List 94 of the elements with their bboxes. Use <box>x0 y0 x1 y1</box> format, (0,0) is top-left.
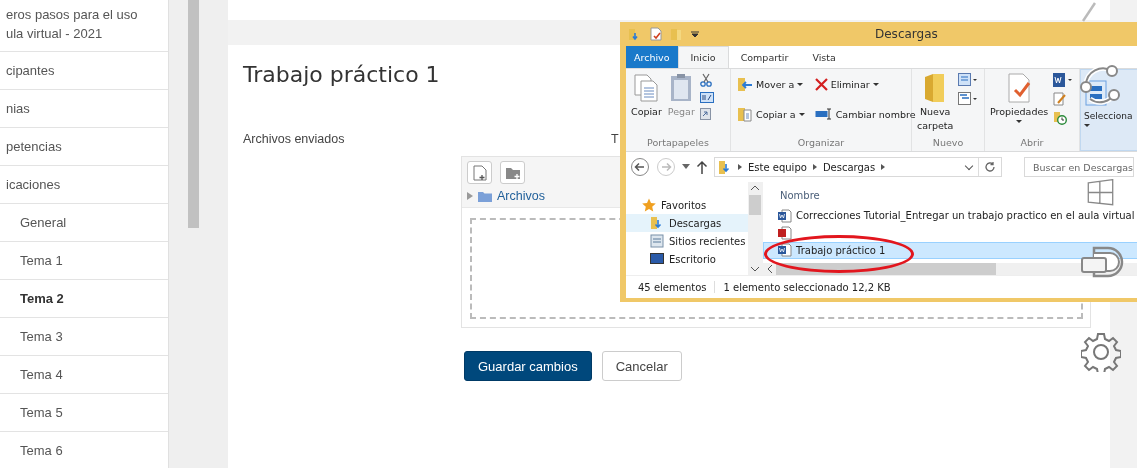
settings-icon[interactable] <box>1081 332 1121 372</box>
field-label: Archivos enviados <box>243 132 346 148</box>
nav-item[interactable]: Sitios recientes <box>626 232 748 250</box>
clipboard-icon <box>669 73 694 103</box>
nav-item[interactable]: Escritorio <box>626 250 748 268</box>
caret-icon <box>872 82 879 86</box>
ribbon-button[interactable]: Eliminar <box>812 71 918 97</box>
save-button[interactable]: Guardar cambios <box>464 351 592 381</box>
dropdown-icon[interactable] <box>682 164 690 170</box>
sidebar-item[interactable]: cipantes <box>6 63 55 78</box>
download-folder-icon <box>650 216 664 230</box>
nav-item[interactable]: Descargas <box>626 214 748 232</box>
ribbon-button[interactable]: Mover a <box>735 71 807 97</box>
add-folder-button[interactable] <box>500 161 525 184</box>
ribbon-button[interactable]: Copiar a <box>735 101 807 127</box>
scissors-icon[interactable] <box>699 73 712 87</box>
back-button[interactable] <box>630 157 650 177</box>
word-icon[interactable] <box>1053 73 1074 87</box>
folder-icon <box>924 73 947 103</box>
add-folder-icon <box>504 165 521 180</box>
scroll-down-icon[interactable] <box>751 266 759 272</box>
new-folder-button[interactable]: Nueva carpeta <box>916 71 955 137</box>
pdf-file-icon <box>778 226 792 240</box>
window-title: Descargas <box>875 27 938 41</box>
scrollbar[interactable] <box>748 182 762 275</box>
sidebar-section[interactable]: Tema 3 <box>20 329 63 344</box>
caret-icon <box>1016 120 1023 123</box>
sidebar-section[interactable]: Tema 4 <box>20 367 63 382</box>
file-row[interactable]: Trabajo práctico 1 <box>763 241 1137 259</box>
word-file-icon <box>778 208 792 223</box>
scrollbar[interactable] <box>188 0 199 228</box>
status-text: 45 elementos <box>638 281 707 293</box>
column-header[interactable]: Nombre <box>763 190 1137 208</box>
copy-icon <box>633 73 660 103</box>
sidebar-item[interactable]: petencias <box>6 139 62 154</box>
caret-icon <box>1084 124 1090 127</box>
sidebar-section[interactable]: Tema 1 <box>20 253 63 268</box>
word-file-icon <box>778 243 792 258</box>
easy-access-icon[interactable] <box>958 92 979 106</box>
properties-icon <box>1006 73 1033 103</box>
ribbon-tab[interactable]: Inicio <box>677 46 729 68</box>
copy-icon <box>737 106 753 122</box>
file-row[interactable]: Correcciones Tutorial_Entregar un trabajo practico en el aula virtual <box>763 207 1137 225</box>
edit-icon[interactable] <box>1053 92 1068 106</box>
add-file-icon <box>472 164 487 181</box>
caret-icon <box>797 82 804 86</box>
desktop-icon <box>650 253 664 265</box>
copy-button[interactable]: Copiar <box>630 71 663 137</box>
course-title[interactable]: ula virtual - 2021 <box>6 24 168 43</box>
properties-button[interactable]: Propiedades <box>989 71 1050 137</box>
up-arrow-icon[interactable] <box>696 160 708 174</box>
delete-icon <box>814 77 828 91</box>
sidebar-section[interactable]: Tema 6 <box>20 443 63 458</box>
page-title: Trabajo práctico 1 <box>243 61 440 89</box>
status-text: 1 elemento seleccionado 12,2 KB <box>723 281 891 293</box>
search-field[interactable]: Buscar en Descargas <box>1024 157 1134 177</box>
folder-link[interactable]: Archivos <box>497 189 545 203</box>
ribbon-tab[interactable]: Archivo <box>626 46 678 68</box>
course-title[interactable]: eros pasos para el uso <box>6 5 168 24</box>
field-label: T <box>611 132 619 148</box>
add-file-button[interactable] <box>467 161 492 184</box>
history-icon[interactable] <box>1053 111 1068 125</box>
shortcut-icon[interactable] <box>699 108 711 120</box>
folder-icon <box>478 190 492 202</box>
dropdown-icon[interactable] <box>691 30 699 38</box>
folder-icon <box>718 159 732 175</box>
scroll-up-icon[interactable] <box>751 185 759 191</box>
copy-path-icon[interactable] <box>699 92 714 103</box>
star-icon <box>642 198 656 212</box>
sidebar-section[interactable]: General <box>20 215 67 230</box>
start-icon[interactable] <box>1087 179 1114 206</box>
group-label: Nuevo <box>931 137 965 150</box>
sidebar-item[interactable]: icaciones <box>6 177 61 192</box>
scroll-thumb[interactable] <box>749 195 761 215</box>
scroll-left-icon[interactable] <box>767 265 773 273</box>
move-icon <box>737 76 753 92</box>
new-item-icon[interactable] <box>958 73 979 87</box>
address-bar[interactable]: Este equipo Descargas <box>714 157 1002 177</box>
recent-icon <box>650 234 664 248</box>
refresh-icon[interactable] <box>984 161 996 173</box>
sidebar-item[interactable]: nias <box>6 101 30 116</box>
rename-icon <box>814 108 833 120</box>
ribbon-button[interactable]: Cambiar nombre <box>812 101 918 127</box>
cancel-button[interactable]: Cancelar <box>601 351 682 381</box>
group-label: Organizar <box>796 137 846 150</box>
expand-icon[interactable] <box>467 192 473 200</box>
share-icon[interactable] <box>1078 63 1122 107</box>
sidebar-section[interactable]: Tema 2 <box>20 291 64 306</box>
group-label: Abrir <box>1019 137 1045 150</box>
caret-icon <box>798 112 805 116</box>
group-label: Portapapeles <box>646 137 710 150</box>
sidebar-section[interactable]: Tema 5 <box>20 405 63 420</box>
properties-icon[interactable] <box>649 27 663 41</box>
nav-item[interactable]: Favoritos <box>626 196 748 214</box>
